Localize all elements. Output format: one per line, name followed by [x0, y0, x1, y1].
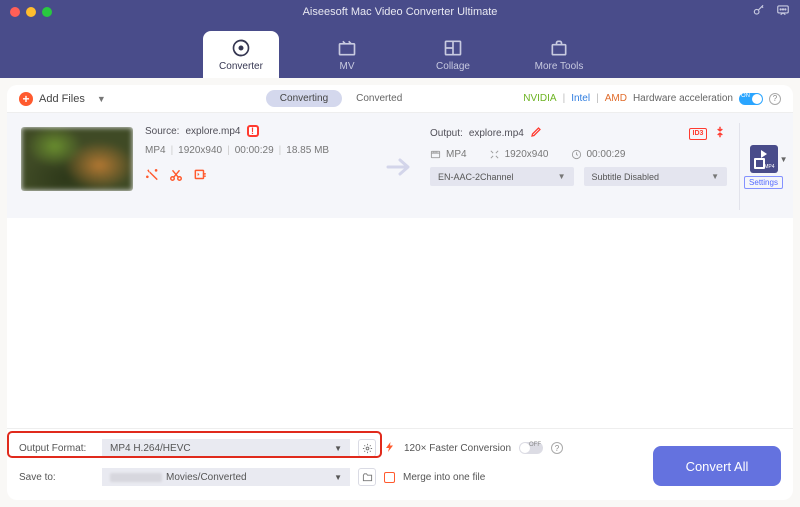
video-thumbnail[interactable]	[21, 127, 133, 191]
subtitle-select[interactable]: Subtitle Disabled ▼	[584, 167, 728, 186]
help-icon[interactable]: ?	[551, 442, 563, 454]
output-format-value: MP4 H.264/HEVC	[110, 443, 191, 454]
add-files-button[interactable]: + Add Files ▼	[19, 92, 106, 106]
tab-mv[interactable]: MV	[309, 31, 385, 78]
output-filename: explore.mp4	[469, 128, 524, 139]
chevron-down-icon: ▼	[334, 444, 342, 453]
output-format-select[interactable]: MP4 H.264/HEVC ▼	[102, 439, 350, 457]
footer: Output Format: MP4 H.264/HEVC ▼ 120× Fas…	[7, 428, 793, 500]
tab-converter-label: Converter	[219, 61, 263, 72]
hw-accel-label: Hardware acceleration	[633, 93, 733, 104]
main-nav: Converter MV Collage More Tools	[0, 23, 800, 78]
toolbar: + Add Files ▼ Converting Converted NVIDI…	[7, 85, 793, 113]
plus-icon: +	[19, 92, 33, 106]
audio-track-select[interactable]: EN-AAC-2Channel ▼	[430, 167, 574, 186]
window-close-button[interactable]	[10, 7, 20, 17]
help-icon[interactable]: ?	[769, 93, 781, 105]
settings-button[interactable]: Settings	[744, 176, 783, 189]
output-label: Output:	[430, 128, 463, 139]
output-settings-icon[interactable]	[358, 439, 376, 457]
bolt-icon	[384, 440, 396, 457]
audio-track-value: EN-AAC-2Channel	[438, 172, 514, 182]
hw-amd: AMD	[605, 93, 627, 104]
hw-nvidia: NVIDIA	[523, 93, 556, 104]
tab-converter[interactable]: Converter	[203, 31, 279, 78]
output-resolution: 1920x940	[505, 149, 549, 160]
converting-tab[interactable]: Converting	[266, 90, 342, 107]
effects-icon[interactable]	[145, 168, 159, 185]
info-warn-icon[interactable]: !	[247, 125, 259, 137]
save-to-value: Movies/Converted	[166, 472, 247, 483]
titlebar: Aiseesoft Mac Video Converter Ultimate	[0, 0, 800, 23]
chevron-down-icon[interactable]: ▼	[780, 155, 788, 164]
tab-mv-label: MV	[340, 61, 355, 72]
subtitle-value: Subtitle Disabled	[592, 172, 660, 182]
source-size: 18.85 MB	[286, 145, 329, 156]
merge-label: Merge into one file	[403, 472, 485, 483]
key-icon[interactable]	[752, 3, 766, 20]
output-preset-button[interactable]	[750, 145, 778, 173]
source-resolution: 1920x940	[178, 145, 222, 156]
window-minimize-button[interactable]	[26, 7, 36, 17]
chevron-down-icon: ▼	[334, 473, 342, 482]
rename-icon[interactable]	[530, 126, 542, 141]
hw-intel: Intel	[571, 93, 590, 104]
enhance-icon[interactable]	[193, 168, 207, 185]
feedback-icon[interactable]	[776, 3, 790, 20]
arrow-icon	[382, 123, 418, 210]
window-title: Aiseesoft Mac Video Converter Ultimate	[303, 6, 498, 18]
compress-icon[interactable]	[713, 125, 727, 142]
convert-all-label: Convert All	[686, 459, 749, 474]
blurred-path-prefix	[110, 473, 162, 482]
source-format: MP4	[145, 145, 166, 156]
file-item: Source: explore.mp4 ! MP4 | 1920x940 | 0…	[7, 113, 793, 218]
trim-icon[interactable]	[169, 168, 183, 185]
open-folder-icon[interactable]	[358, 468, 376, 486]
source-filename: explore.mp4	[185, 126, 240, 137]
save-to-select[interactable]: Movies/Converted ▼	[102, 468, 350, 486]
window-controls	[10, 7, 52, 17]
faster-conversion-toggle[interactable]	[519, 442, 543, 454]
tab-collage[interactable]: Collage	[415, 31, 491, 78]
hw-accel-toggle[interactable]	[739, 93, 763, 105]
tab-more-tools-label: More Tools	[535, 61, 584, 72]
converted-tab[interactable]: Converted	[342, 90, 416, 107]
source-label: Source:	[145, 126, 179, 137]
chevron-down-icon: ▼	[711, 172, 719, 181]
window-maximize-button[interactable]	[42, 7, 52, 17]
tab-more-tools[interactable]: More Tools	[521, 31, 597, 78]
add-files-label: Add Files	[39, 93, 85, 105]
tab-collage-label: Collage	[436, 61, 470, 72]
source-duration: 00:00:29	[235, 145, 274, 156]
file-list-empty	[7, 218, 793, 428]
chevron-down-icon: ▼	[558, 172, 566, 181]
faster-conversion-label: 120× Faster Conversion	[404, 443, 511, 454]
merge-checkbox[interactable]	[384, 472, 395, 483]
output-format: MP4	[446, 149, 467, 160]
output-format-label: Output Format:	[19, 443, 94, 454]
output-duration: 00:00:29	[587, 149, 626, 160]
convert-all-button[interactable]: Convert All	[653, 446, 781, 486]
save-to-label: Save to:	[19, 472, 94, 483]
chevron-down-icon[interactable]: ▼	[97, 94, 106, 104]
id3-icon[interactable]: ID3	[689, 128, 707, 140]
